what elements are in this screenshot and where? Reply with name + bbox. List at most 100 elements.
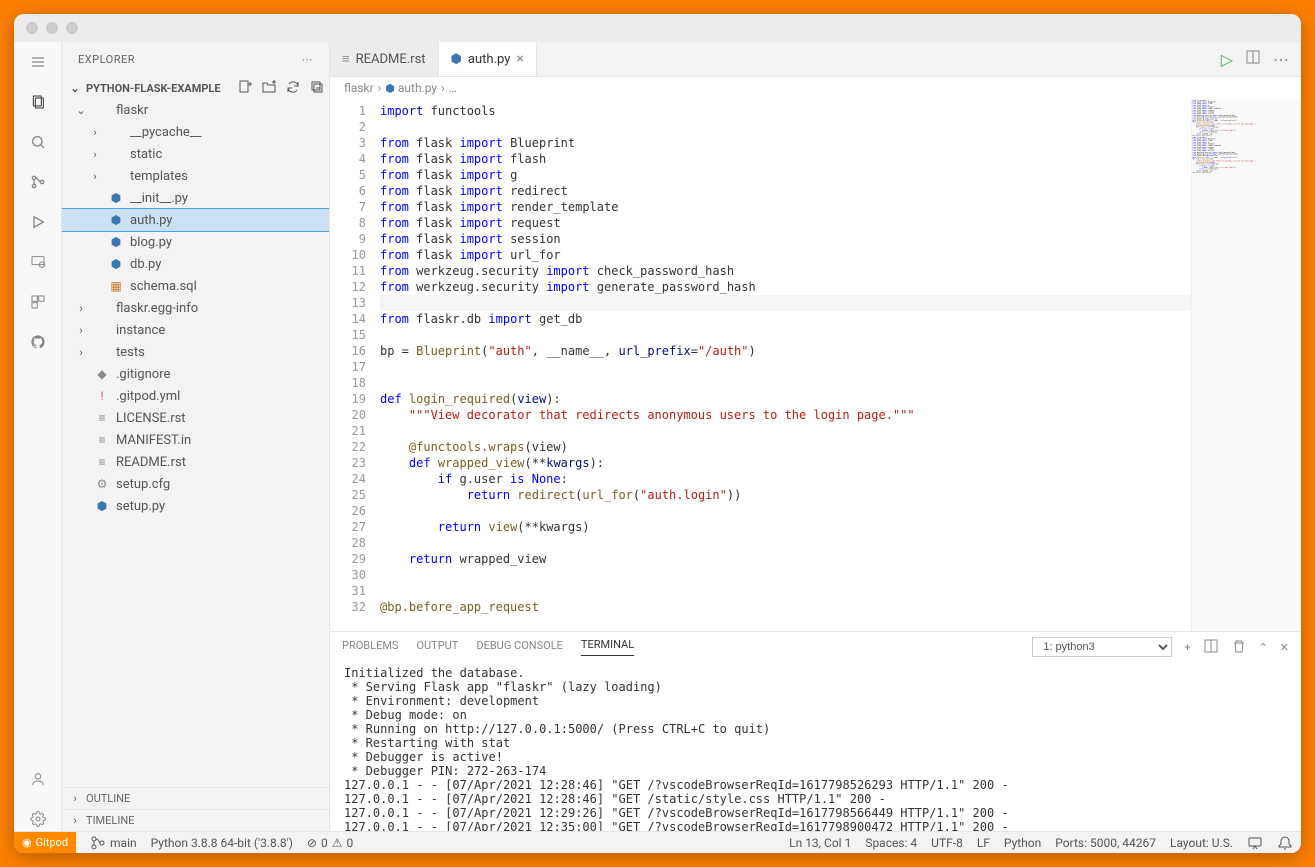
collapse-all-icon[interactable] — [309, 79, 325, 98]
folder-item[interactable]: › flaskr.egg-info — [62, 297, 329, 319]
branch-name: main — [110, 836, 137, 850]
gitpod-status[interactable]: ◉ Gitpod — [14, 832, 76, 853]
file-item[interactable]: ≡README.rst — [62, 451, 329, 473]
new-file-icon[interactable] — [237, 79, 253, 98]
split-editor-icon[interactable] — [1245, 49, 1261, 69]
editor-tab[interactable]: ≡README.rst — [330, 42, 439, 76]
window-close-icon[interactable] — [26, 22, 38, 34]
timeline-section[interactable]: › TIMELINE — [62, 809, 329, 831]
cursor-position[interactable]: Ln 13, Col 1 — [789, 836, 851, 850]
sidebar-actions-icon[interactable]: ⋯ — [302, 53, 314, 66]
explorer-sidebar: EXPLORER ⋯ ⌄ PYTHON-FLASK-EXAMPLE ⌄flask… — [62, 42, 330, 831]
panel-tab[interactable]: TERMINAL — [581, 638, 634, 656]
outline-section[interactable]: › OUTLINE — [62, 787, 329, 809]
github-icon[interactable] — [26, 330, 50, 354]
feedback-icon[interactable] — [1247, 835, 1263, 851]
panel-tabs: PROBLEMS OUTPUT DEBUG CONSOLE TERMINAL 1: p… — [330, 632, 1301, 662]
indentation-status[interactable]: Spaces: 4 — [865, 836, 917, 850]
editor-body[interactable]: 1234567891011121314151617181920212223242… — [330, 99, 1301, 631]
account-icon[interactable] — [26, 767, 50, 791]
search-icon[interactable] — [26, 130, 50, 154]
project-header[interactable]: ⌄ PYTHON-FLASK-EXAMPLE — [62, 77, 329, 99]
folder-item[interactable]: ›instance — [62, 319, 329, 341]
split-terminal-icon[interactable] — [1203, 638, 1219, 657]
breadcrumb-item[interactable]: ⬢ auth.py — [385, 81, 437, 95]
file-item[interactable]: ≡LICENSE.rst — [62, 407, 329, 429]
tree-item-label: LICENSE.rst — [116, 411, 186, 426]
file-item[interactable]: ⚙setup.cfg — [62, 473, 329, 495]
settings-icon[interactable] — [26, 807, 50, 831]
folder-item[interactable]: ›static — [62, 143, 329, 165]
notifications-icon[interactable] — [1277, 835, 1293, 851]
ports-status[interactable]: Ports: 5000, 44267 — [1055, 836, 1156, 850]
tree-item-label: README.rst — [116, 455, 186, 470]
editor-area: ≡README.rst⬢auth.py× ▷ ⋯ flaskr›⬢ auth.p… — [330, 42, 1301, 831]
maximize-panel-icon[interactable]: ⌃ — [1259, 641, 1268, 654]
eol-status[interactable]: LF — [977, 836, 990, 850]
extensions-icon[interactable] — [26, 290, 50, 314]
code-content[interactable]: import functoolsfrom flask import Bluepr… — [380, 99, 1191, 631]
source-control-icon[interactable] — [26, 170, 50, 194]
file-item[interactable]: ◆.gitignore — [62, 363, 329, 385]
file-item[interactable]: ⬢blog.py — [62, 231, 329, 253]
activity-bar — [14, 42, 62, 831]
tree-item-label: templates — [130, 169, 188, 184]
encoding-status[interactable]: UTF-8 — [931, 836, 963, 850]
file-item[interactable]: ⬢setup.py — [62, 495, 329, 517]
new-folder-icon[interactable] — [261, 79, 277, 98]
tree-item-label: schema.sql — [130, 279, 197, 294]
window-maximize-icon[interactable] — [66, 22, 78, 34]
refresh-icon[interactable] — [285, 79, 301, 98]
panel-tab[interactable]: PROBLEMS — [342, 639, 398, 656]
language-status[interactable]: Python — [1004, 836, 1041, 850]
chevron-icon: › — [74, 346, 88, 359]
terminal-output[interactable]: Initialized the database. * Serving Flas… — [330, 662, 1301, 831]
explorer-icon[interactable] — [26, 90, 50, 114]
close-tab-icon[interactable]: × — [516, 51, 523, 67]
panel-tab[interactable]: OUTPUT — [416, 639, 458, 656]
more-actions-icon[interactable]: ⋯ — [1273, 50, 1289, 69]
menu-icon[interactable] — [26, 50, 50, 74]
folder-item[interactable]: ›tests — [62, 341, 329, 363]
run-icon[interactable]: ▷ — [1221, 50, 1233, 69]
timeline-label: TIMELINE — [86, 814, 134, 827]
python-interpreter[interactable]: Python 3.8.8 64-bit ('3.8.8') — [151, 836, 293, 850]
tree-item-label: auth.py — [130, 213, 172, 228]
layout-status[interactable]: Layout: U.S. — [1170, 836, 1233, 850]
folder-item[interactable]: ⌄flaskr — [62, 99, 329, 121]
python-label: Python 3.8.8 64-bit ('3.8.8') — [151, 836, 293, 850]
tree-item-label: blog.py — [130, 235, 172, 250]
close-panel-icon[interactable]: ✕ — [1280, 641, 1289, 654]
bottom-panel: PROBLEMS OUTPUT DEBUG CONSOLE TERMINAL 1: p… — [330, 631, 1301, 831]
window-minimize-icon[interactable] — [46, 22, 58, 34]
breadcrumb-item[interactable]: … — [449, 81, 457, 95]
branch-status[interactable]: main — [90, 835, 137, 851]
file-item[interactable]: ▦schema.sql — [62, 275, 329, 297]
chevron-icon: › — [74, 324, 88, 337]
breadcrumb-item[interactable]: flaskr — [344, 81, 374, 95]
problems-status[interactable]: ⊘0 ⚠0 — [307, 836, 353, 850]
tree-item-label: .gitignore — [116, 367, 170, 382]
outline-label: OUTLINE — [86, 792, 130, 805]
editor-tabs: ≡README.rst⬢auth.py× ▷ ⋯ — [330, 42, 1301, 77]
folder-item[interactable]: ›templates — [62, 165, 329, 187]
file-item[interactable]: !.gitpod.yml — [62, 385, 329, 407]
editor-tab[interactable]: ⬢auth.py× — [439, 42, 537, 76]
remote-explorer-icon[interactable] — [26, 250, 50, 274]
breadcrumbs[interactable]: flaskr›⬢ auth.py›… — [330, 77, 1301, 99]
kill-terminal-icon[interactable] — [1231, 638, 1247, 657]
warning-icon: ⚠ — [332, 836, 343, 850]
file-item[interactable]: ≡MANIFEST.in — [62, 429, 329, 451]
terminal-select[interactable]: 1: python3 — [1032, 637, 1172, 657]
minimap[interactable]: import functoolsfrom flask import Bluepr… — [1191, 99, 1301, 631]
file-item[interactable]: ⬢__init__.py — [62, 187, 329, 209]
file-item[interactable]: ⬢auth.py — [62, 209, 329, 231]
folder-item[interactable]: ›__pycache__ — [62, 121, 329, 143]
new-terminal-icon[interactable]: + — [1184, 641, 1190, 654]
file-item[interactable]: ⬢db.py — [62, 253, 329, 275]
tree-item-label: flaskr.egg-info — [116, 301, 198, 316]
debug-icon[interactable] — [26, 210, 50, 234]
tree-item-label: setup.py — [116, 499, 165, 514]
chevron-icon: › — [74, 302, 88, 315]
panel-tab[interactable]: DEBUG CONSOLE — [476, 639, 563, 656]
